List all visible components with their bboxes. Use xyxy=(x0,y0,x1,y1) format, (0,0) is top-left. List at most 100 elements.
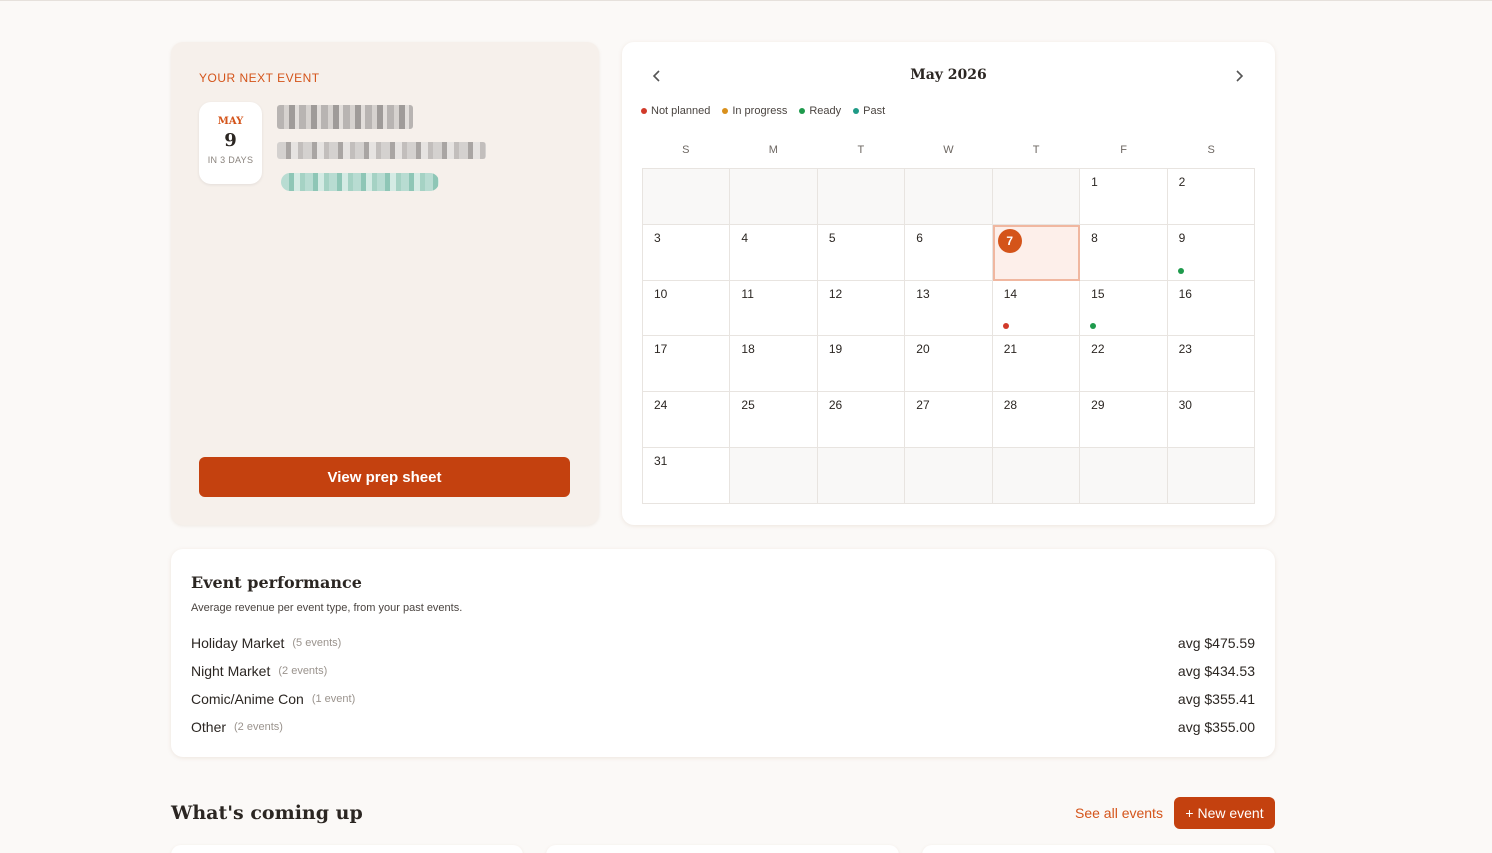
event-performance-card: Event performance Average revenue per ev… xyxy=(171,549,1275,757)
day-number: 2 xyxy=(1178,175,1186,189)
event-date-badge: MAY 9 IN 3 DAYS xyxy=(199,102,262,184)
calendar-empty-cell xyxy=(992,448,1081,504)
event-type-avg: avg $355.41 xyxy=(1177,691,1255,707)
calendar-day-cell[interactable]: 27 xyxy=(905,392,993,449)
day-number: 19 xyxy=(828,342,843,357)
calendar-day-cell[interactable]: 26 xyxy=(817,392,906,449)
day-number: 28 xyxy=(1003,398,1018,413)
calendar-day-cell[interactable]: 3 xyxy=(643,224,731,281)
calendar-day-cell[interactable]: 14 xyxy=(992,280,1081,337)
see-all-events-link[interactable]: See all events xyxy=(1075,805,1163,821)
calendar-day-cell[interactable]: 19 xyxy=(817,336,906,393)
day-number: 17 xyxy=(654,342,668,357)
event-countdown: IN 3 DAYS xyxy=(207,155,254,165)
status-dot-icon xyxy=(853,108,860,114)
today-day-number: 7 xyxy=(997,228,1022,253)
weekday-label: W xyxy=(943,144,954,156)
weekday-label: F xyxy=(1120,144,1127,156)
day-number: 14 xyxy=(1003,286,1018,301)
new-event-button[interactable]: + New event xyxy=(1174,797,1275,829)
next-event-label: YOUR NEXT EVENT xyxy=(199,71,320,85)
calendar-empty-cell xyxy=(905,448,993,504)
event-type-avg: avg $475.59 xyxy=(1177,635,1255,651)
legend-item: Not planned xyxy=(641,105,710,117)
day-number: 21 xyxy=(1003,342,1018,357)
calendar-day-cell[interactable]: 4 xyxy=(730,224,818,281)
event-type-name: Other xyxy=(191,719,227,735)
calendar-day-cell[interactable]: 11 xyxy=(730,280,818,337)
day-number: 25 xyxy=(741,398,755,413)
event-status-dot-icon xyxy=(1177,267,1184,274)
calendar-empty-cell xyxy=(1080,448,1168,504)
calendar-day-cell[interactable]: 12 xyxy=(817,280,906,337)
day-number: 11 xyxy=(741,286,754,301)
calendar-day-cell[interactable]: 9 xyxy=(1167,224,1255,281)
calendar-day-cell[interactable]: 24 xyxy=(643,392,731,449)
weekday-label: T xyxy=(1032,144,1040,156)
day-number: 3 xyxy=(654,230,661,245)
calendar-day-cell[interactable]: 31 xyxy=(643,448,731,504)
calendar-day-cell[interactable]: 25 xyxy=(730,392,818,449)
event-card-preview[interactable] xyxy=(546,845,899,853)
weekday-label: M xyxy=(768,144,778,156)
calendar-day-cell[interactable]: 17 xyxy=(643,336,731,393)
calendar-grid: 1 2 3 4 5 6 7 8 9 10 11 12 13 14 15 16 17 18 19 20 21 22 23 24 2… xyxy=(642,168,1255,504)
day-number: 13 xyxy=(916,286,930,301)
calendar-day-cell[interactable]: 6 xyxy=(905,224,993,281)
weekday-label: S xyxy=(682,144,690,156)
next-event-card: YOUR NEXT EVENT MAY 9 IN 3 DAYS View pre… xyxy=(171,42,599,525)
performance-row: Other (2 events) avg $355.00 xyxy=(191,717,1255,737)
calendar-day-cell[interactable]: 30 xyxy=(1167,392,1255,449)
event-card-preview[interactable] xyxy=(922,845,1275,853)
calendar-day-cell[interactable]: 23 xyxy=(1167,336,1255,393)
legend-item: In progress xyxy=(722,105,787,117)
calendar-day-cell[interactable]: 21 xyxy=(992,336,1081,393)
day-number: 24 xyxy=(654,398,668,413)
event-name-redacted xyxy=(277,105,413,129)
status-dot-icon xyxy=(799,108,806,114)
calendar-day-cell[interactable]: 22 xyxy=(1080,336,1168,393)
day-number: 20 xyxy=(916,342,930,357)
calendar-day-cell[interactable]: 7 xyxy=(992,224,1081,281)
weekday-header: SMTWTFS xyxy=(642,144,1255,156)
legend-label: Past xyxy=(863,105,886,117)
status-dot-icon xyxy=(722,108,729,114)
calendar-day-cell[interactable]: 16 xyxy=(1167,280,1255,337)
calendar-day-cell[interactable]: 2 xyxy=(1167,169,1255,225)
performance-row: Holiday Market (5 events) avg $475.59 xyxy=(191,633,1255,653)
day-number: 8 xyxy=(1091,230,1098,245)
legend-label: Ready xyxy=(809,105,842,117)
calendar-day-cell[interactable]: 18 xyxy=(730,336,818,393)
day-number: 5 xyxy=(828,230,836,245)
weekday-label: S xyxy=(1207,144,1215,156)
performance-row: Night Market (2 events) avg $434.53 xyxy=(191,661,1255,681)
calendar-day-cell[interactable]: 15 xyxy=(1080,280,1168,337)
day-number: 9 xyxy=(1178,230,1186,245)
calendar-day-cell[interactable]: 20 xyxy=(905,336,993,393)
coming-up-title: What's coming up xyxy=(171,802,363,824)
calendar-empty-cell xyxy=(817,448,906,504)
event-card-preview[interactable] xyxy=(171,845,523,853)
status-dot-icon xyxy=(641,108,647,114)
calendar-day-cell[interactable]: 8 xyxy=(1080,224,1168,281)
calendar-day-cell[interactable]: 29 xyxy=(1080,392,1168,449)
calendar-month-title: May 2026 xyxy=(910,67,987,83)
calendar-empty-cell xyxy=(730,448,818,504)
calendar-day-cell[interactable]: 28 xyxy=(992,392,1081,449)
calendar-day-cell[interactable]: 1 xyxy=(1080,169,1168,225)
event-type-name: Comic/Anime Con xyxy=(191,691,304,707)
view-prep-sheet-button[interactable]: View prep sheet xyxy=(199,457,570,497)
next-month-button[interactable] xyxy=(1227,64,1251,88)
day-number: 1 xyxy=(1091,175,1098,189)
calendar-day-cell[interactable]: 5 xyxy=(817,224,906,281)
event-status-dot-icon xyxy=(1002,323,1009,330)
event-month: MAY xyxy=(217,116,244,127)
calendar-day-cell[interactable]: 10 xyxy=(643,280,731,337)
day-number: 22 xyxy=(1091,342,1105,357)
day-number: 16 xyxy=(1178,286,1192,301)
event-status-dot-icon xyxy=(1090,323,1097,330)
performance-subtitle: Average revenue per event type, from you… xyxy=(191,602,463,614)
calendar-day-cell[interactable]: 13 xyxy=(905,280,993,337)
calendar-empty-cell xyxy=(1167,448,1255,504)
legend-label: Not planned xyxy=(651,105,711,117)
